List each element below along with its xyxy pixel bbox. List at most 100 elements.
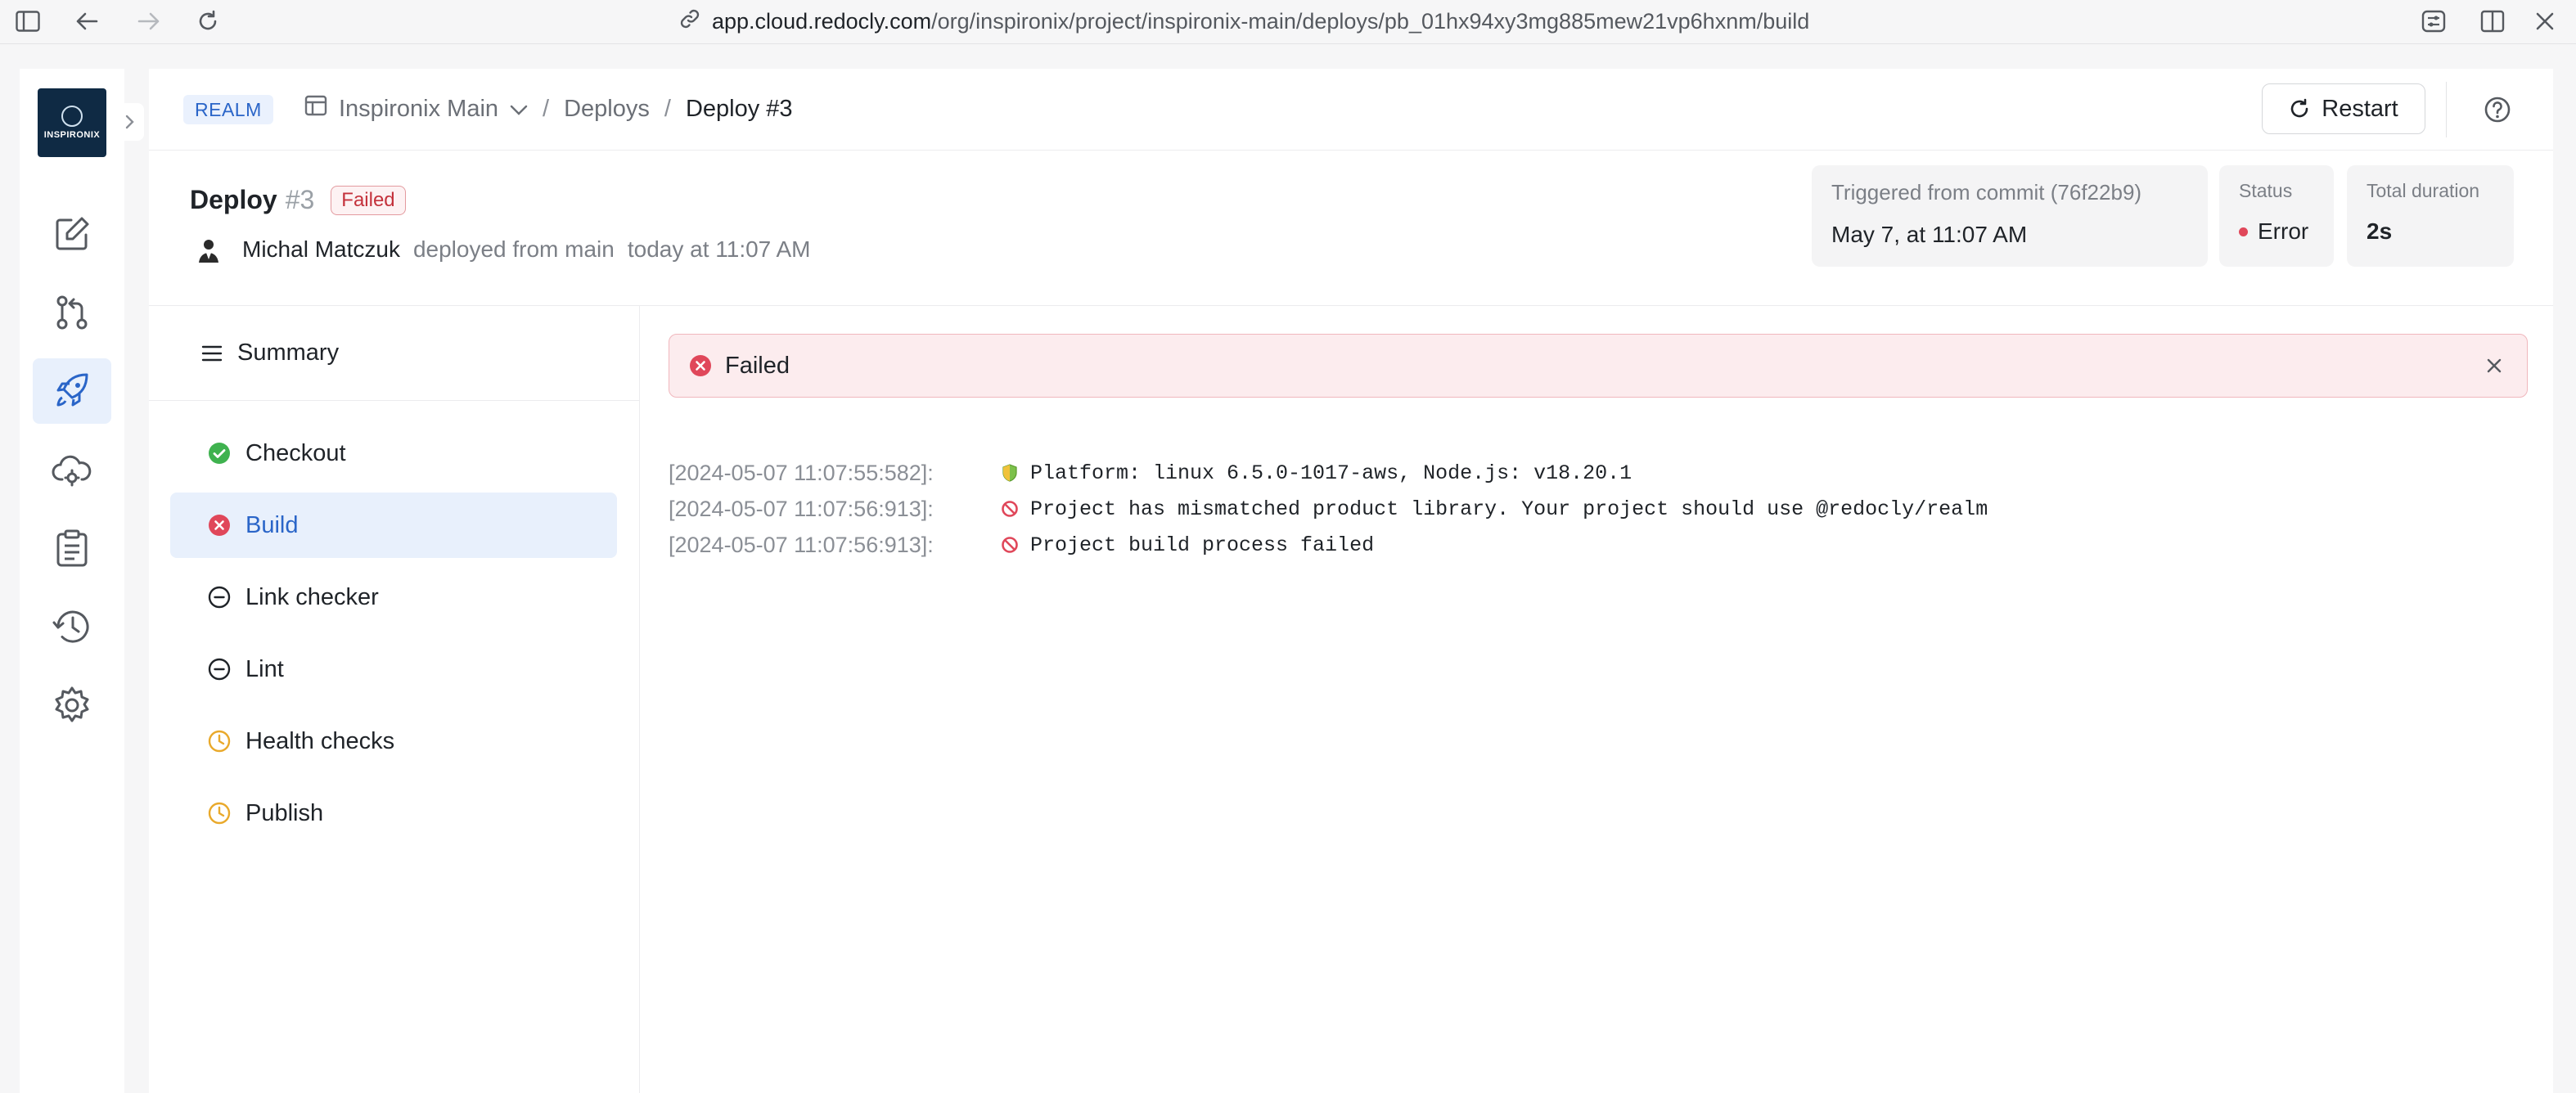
skipped-icon [208, 586, 231, 609]
breadcrumb-deploys[interactable]: Deploys [564, 96, 650, 123]
help-icon [2484, 97, 2511, 123]
expand-rail-button[interactable] [116, 103, 144, 141]
org-logo[interactable]: INSPIRONIX [38, 88, 106, 157]
commit-time: May 7, at 11:07 AM [1831, 222, 2028, 247]
restart-icon [2291, 98, 2308, 118]
reload-icon[interactable] [190, 3, 226, 39]
prohibited-icon [1001, 500, 1025, 518]
log-line: [2024-05-07 11:07:56:913]: Project has m… [669, 491, 1988, 527]
deploy-meta: Michal Matczuk deployed from main today … [195, 236, 810, 263]
log-message: Platform: linux 6.5.0-1017-aws, Node.js:… [1030, 461, 1633, 485]
logo-text: INSPIRONIX [43, 130, 101, 140]
clock-icon [208, 802, 231, 825]
deploy-author[interactable]: Michal Matczuk [242, 236, 400, 263]
duration-value: 2s [2367, 218, 2393, 244]
pull-request-icon [56, 295, 88, 330]
logo-seal-icon [61, 106, 83, 127]
step-label: Publish [245, 799, 324, 826]
log-line: [2024-05-07 11:07:55:582]: Platform: lin… [669, 455, 1988, 491]
clock-icon [208, 730, 231, 753]
rocket-icon [56, 373, 88, 407]
skipped-icon [208, 658, 231, 681]
deploy-number: #3 [285, 185, 315, 214]
chevron-right-icon [125, 115, 134, 129]
deploy-header: Deploy #3 Failed Michal Matczuk deployed… [149, 151, 2553, 306]
close-icon[interactable] [2527, 3, 2563, 39]
build-log: Failed [2024-05-07 11:07:55:582]: Platfo… [641, 306, 2553, 1093]
rail-item-editor[interactable] [33, 201, 111, 267]
address-bar[interactable]: app.cloud.redocly.com/org/inspironix/pro… [679, 5, 1809, 38]
log-lines: [2024-05-07 11:07:55:582]: Platform: lin… [669, 455, 1988, 563]
rail-item-reports[interactable] [33, 515, 111, 581]
project-icon [304, 95, 327, 123]
help-button[interactable] [2479, 92, 2515, 128]
browser-toolbar: app.cloud.redocly.com/org/inspironix/pro… [0, 0, 2576, 44]
url-host: app.cloud.redocly.com [712, 8, 932, 34]
step-label: Build [245, 511, 299, 538]
history-icon [52, 610, 89, 643]
breadcrumb-project[interactable]: Inspironix Main [339, 96, 498, 123]
log-line: [2024-05-07 11:07:56:913]: Project build… [669, 527, 1988, 563]
error-circle-icon [690, 355, 711, 376]
failed-alert: Failed [669, 334, 2528, 398]
commit-label[interactable]: Triggered from commit (76f22b9) [1831, 180, 2188, 205]
alert-text: Failed [725, 352, 790, 379]
rail-item-cloud[interactable] [33, 437, 111, 502]
error-circle-icon [209, 515, 230, 536]
duration-card: Total duration 2s [2347, 165, 2514, 267]
status-badge: Failed [331, 185, 406, 215]
check-circle-icon [209, 443, 230, 464]
rail-item-settings[interactable] [33, 672, 111, 738]
breadcrumb-current: Deploy #3 [685, 95, 793, 122]
step-publish[interactable]: Publish [170, 780, 617, 846]
restart-button[interactable]: Restart [2262, 83, 2425, 134]
summary-label: Summary [237, 340, 340, 366]
forward-arrow-icon[interactable] [131, 3, 167, 39]
link-icon [679, 8, 700, 35]
step-lint[interactable]: Lint [170, 636, 617, 702]
rail-item-deploys[interactable] [33, 358, 111, 424]
step-build[interactable]: Build [170, 493, 617, 558]
prohibited-icon [1001, 536, 1025, 554]
dismiss-alert-button[interactable] [2479, 351, 2509, 380]
log-message: Project has mismatched product library. … [1030, 497, 1988, 521]
log-message: Project build process failed [1030, 533, 1375, 557]
chevron-down-icon[interactable] [510, 96, 528, 123]
clipboard-icon [56, 529, 88, 567]
breadcrumb-separator: / [664, 95, 671, 122]
deploy-title: Deploy [190, 185, 277, 214]
log-timestamp: [2024-05-07 11:07:56:913]: [669, 532, 934, 557]
split-view-icon[interactable] [2475, 3, 2511, 39]
commit-card: Triggered from commit (76f22b9) May 7, a… [1812, 165, 2208, 267]
extensions-icon[interactable] [2416, 3, 2452, 39]
step-link-checker[interactable]: Link checker [170, 564, 617, 630]
menu-icon [201, 345, 223, 361]
close-icon [2487, 358, 2502, 373]
summary-link[interactable]: Summary [149, 306, 640, 401]
deploy-time: today at 11:07 AM [627, 236, 811, 262]
restart-label: Restart [2322, 95, 2398, 122]
status-value: Error [2258, 218, 2309, 244]
page-title: Deploy #3 Failed [190, 185, 406, 215]
url-path: /org/inspironix/project/inspironix-main/… [931, 8, 1810, 34]
step-label: Checkout [245, 439, 346, 466]
step-health-checks[interactable]: Health checks [170, 708, 617, 774]
top-bar: REALM Inspironix Main / Deploys / Deploy… [149, 69, 2553, 151]
step-checkout[interactable]: Checkout [170, 421, 617, 486]
back-arrow-icon[interactable] [69, 3, 105, 39]
shield-icon [1001, 463, 1025, 483]
edit-icon [56, 217, 89, 250]
log-timestamp: [2024-05-07 11:07:55:582]: [669, 460, 934, 485]
rail-item-pull-requests[interactable] [33, 280, 111, 345]
main-panel: REALM Inspironix Main / Deploys / Deploy… [149, 69, 2553, 1093]
app-rail: INSPIRONIX [20, 69, 124, 1093]
deploy-action: deployed from main [412, 236, 615, 262]
divider [2446, 82, 2447, 137]
sidebar-toggle-icon[interactable] [10, 3, 46, 39]
cloud-icon [52, 455, 92, 487]
status-card: Status Error [2219, 165, 2334, 267]
avatar [195, 236, 223, 263]
rail-item-history[interactable] [33, 594, 111, 659]
step-label: Link checker [245, 583, 379, 610]
step-label: Health checks [245, 727, 395, 754]
